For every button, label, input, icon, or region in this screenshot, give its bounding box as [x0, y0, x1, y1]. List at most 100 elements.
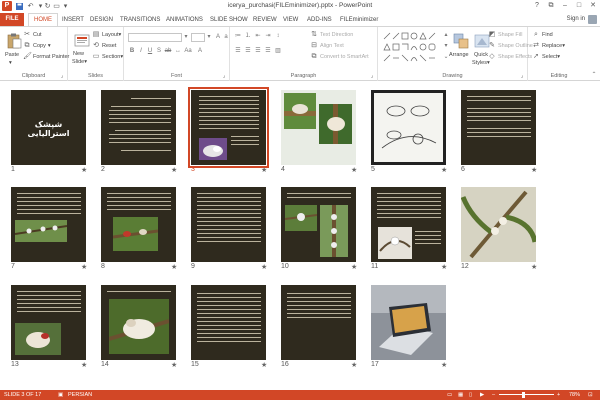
- align-left-icon[interactable]: ☰: [234, 47, 242, 55]
- justify-icon[interactable]: ☰: [264, 47, 272, 55]
- change-case-icon[interactable]: Aa: [184, 47, 192, 55]
- slide-thumbnail[interactable]: [101, 90, 176, 165]
- transition-star-icon[interactable]: ★: [171, 166, 177, 174]
- slide-thumbnail[interactable]: [371, 90, 446, 165]
- slide-thumbnail[interactable]: [101, 187, 176, 262]
- format-painter-button[interactable]: 🖌 Format Painter: [23, 53, 69, 61]
- slide-thumbnail[interactable]: [101, 285, 176, 360]
- language-status[interactable]: PERSIAN: [68, 392, 92, 398]
- font-size-field[interactable]: [191, 33, 205, 42]
- transition-star-icon[interactable]: ★: [81, 263, 87, 271]
- maximize-icon[interactable]: □: [572, 1, 586, 11]
- tab-add-ins[interactable]: ADD-INS: [307, 15, 332, 25]
- transition-star-icon[interactable]: ★: [171, 361, 177, 369]
- convert-smartart-button[interactable]: ⧉ Convert to SmartArt: [310, 53, 369, 61]
- select-button[interactable]: ➚ Select ▾: [532, 53, 560, 61]
- arrange-icon[interactable]: [452, 32, 470, 50]
- numbering-icon[interactable]: ⒈: [244, 32, 252, 40]
- slide-thumbnail[interactable]: [188, 87, 269, 168]
- bold-icon[interactable]: B: [128, 47, 136, 55]
- slide-thumbnail[interactable]: [461, 187, 536, 262]
- clipboard-launcher-icon[interactable]: ⌟: [58, 72, 66, 80]
- slide-thumbnail[interactable]: [191, 187, 266, 262]
- tab-slide-show[interactable]: SLIDE SHOW: [210, 15, 248, 25]
- zoom-slider-thumb[interactable]: [522, 392, 526, 398]
- sign-in-link[interactable]: Sign in: [567, 16, 585, 22]
- decrease-indent-icon[interactable]: ⇤: [254, 32, 262, 40]
- font-name-field[interactable]: [128, 33, 182, 42]
- drawing-launcher-icon[interactable]: ⌟: [518, 72, 526, 80]
- align-text-button[interactable]: ⊟ Align Text: [310, 42, 344, 50]
- reset-button[interactable]: ⟲ Reset: [92, 42, 116, 50]
- arrange-button[interactable]: Arrange: [449, 52, 469, 58]
- slide-thumbnail[interactable]: [371, 285, 446, 360]
- slide-thumbnail[interactable]: [11, 285, 86, 360]
- paste-icon[interactable]: [5, 32, 23, 50]
- shrink-font-icon[interactable]: a: [222, 33, 230, 41]
- slide-thumbnail[interactable]: [11, 187, 86, 262]
- collapse-ribbon-icon[interactable]: ⌃: [590, 71, 598, 79]
- avatar[interactable]: [588, 15, 597, 24]
- slide-thumbnail[interactable]: [281, 90, 356, 165]
- font-color-icon[interactable]: A: [196, 47, 204, 55]
- find-button[interactable]: ⌕ Find: [532, 31, 553, 39]
- tab-view[interactable]: VIEW: [283, 15, 298, 25]
- slide-thumbnail[interactable]: [461, 90, 536, 165]
- transition-star-icon[interactable]: ★: [351, 263, 357, 271]
- replace-button[interactable]: ⇄ Replace ▾: [532, 42, 565, 50]
- shape-outline-button[interactable]: ✎ Shape Outline: [488, 42, 533, 50]
- new-slide-dropdown[interactable]: Slide ▾: [72, 59, 87, 65]
- transition-star-icon[interactable]: ★: [441, 263, 447, 271]
- align-center-icon[interactable]: ☰: [244, 47, 252, 55]
- section-button[interactable]: ▭ Section ▾: [92, 53, 123, 61]
- tab-insert[interactable]: INSERT: [62, 15, 84, 25]
- slide-thumbnail[interactable]: [191, 285, 266, 360]
- minimize-icon[interactable]: –: [558, 1, 572, 11]
- paragraph-launcher-icon[interactable]: ⌟: [368, 72, 376, 80]
- paste-button[interactable]: Paste: [5, 52, 19, 58]
- zoom-out-icon[interactable]: –: [492, 392, 495, 398]
- paste-dropdown-icon[interactable]: ▾: [9, 60, 12, 66]
- transition-star-icon[interactable]: ★: [441, 166, 447, 174]
- grow-font-icon[interactable]: A: [214, 33, 222, 41]
- text-direction-button[interactable]: ⇅ Text Direction: [310, 31, 353, 39]
- strikethrough-icon[interactable]: ab: [164, 47, 172, 55]
- close-icon[interactable]: ✕: [586, 1, 600, 11]
- normal-view-icon[interactable]: ▭: [447, 392, 452, 398]
- slide-sorter-view-icon[interactable]: ▦: [458, 392, 463, 398]
- transition-star-icon[interactable]: ★: [351, 361, 357, 369]
- shapes-scroll-up-icon[interactable]: ▴: [442, 31, 450, 39]
- transition-star-icon[interactable]: ★: [261, 263, 267, 271]
- transition-star-icon[interactable]: ★: [261, 361, 267, 369]
- increase-indent-icon[interactable]: ⇥: [264, 32, 272, 40]
- tab-transitions[interactable]: TRANSITIONS: [120, 15, 160, 25]
- fit-slide-icon[interactable]: ⊡: [588, 392, 593, 398]
- tab-design[interactable]: DESIGN: [90, 15, 113, 25]
- bullets-icon[interactable]: ≔: [234, 32, 242, 40]
- zoom-in-icon[interactable]: +: [557, 392, 560, 398]
- copy-button[interactable]: ⧉ Copy ▾: [23, 42, 51, 50]
- italic-icon[interactable]: I: [137, 47, 145, 55]
- slide-thumbnail[interactable]: [281, 285, 356, 360]
- quick-styles-button[interactable]: Quick: [474, 52, 488, 58]
- shadow-icon[interactable]: S: [155, 47, 163, 55]
- columns-icon[interactable]: ▥: [274, 47, 282, 55]
- tab-review[interactable]: REVIEW: [253, 15, 277, 25]
- transition-star-icon[interactable]: ★: [441, 361, 447, 369]
- slideshow-view-icon[interactable]: ▶: [480, 392, 484, 398]
- new-slide-button[interactable]: New: [73, 51, 84, 57]
- new-slide-icon[interactable]: [73, 32, 91, 50]
- char-spacing-icon[interactable]: ↔: [174, 47, 182, 55]
- underline-icon[interactable]: U: [146, 47, 154, 55]
- transition-star-icon[interactable]: ★: [531, 166, 537, 174]
- transition-star-icon[interactable]: ★: [531, 263, 537, 271]
- line-spacing-icon[interactable]: ↕: [274, 32, 282, 40]
- tab-animations[interactable]: ANIMATIONS: [166, 15, 203, 25]
- ribbon-display-icon[interactable]: ⧉: [544, 1, 558, 11]
- help-icon[interactable]: ?: [530, 1, 544, 11]
- tab-home[interactable]: HOME: [28, 13, 58, 26]
- shapes-gallery[interactable]: [382, 31, 442, 65]
- font-name-dropdown-icon[interactable]: ▾: [182, 33, 190, 41]
- reading-view-icon[interactable]: ▯: [469, 392, 472, 398]
- font-size-dropdown-icon[interactable]: ▾: [205, 33, 213, 41]
